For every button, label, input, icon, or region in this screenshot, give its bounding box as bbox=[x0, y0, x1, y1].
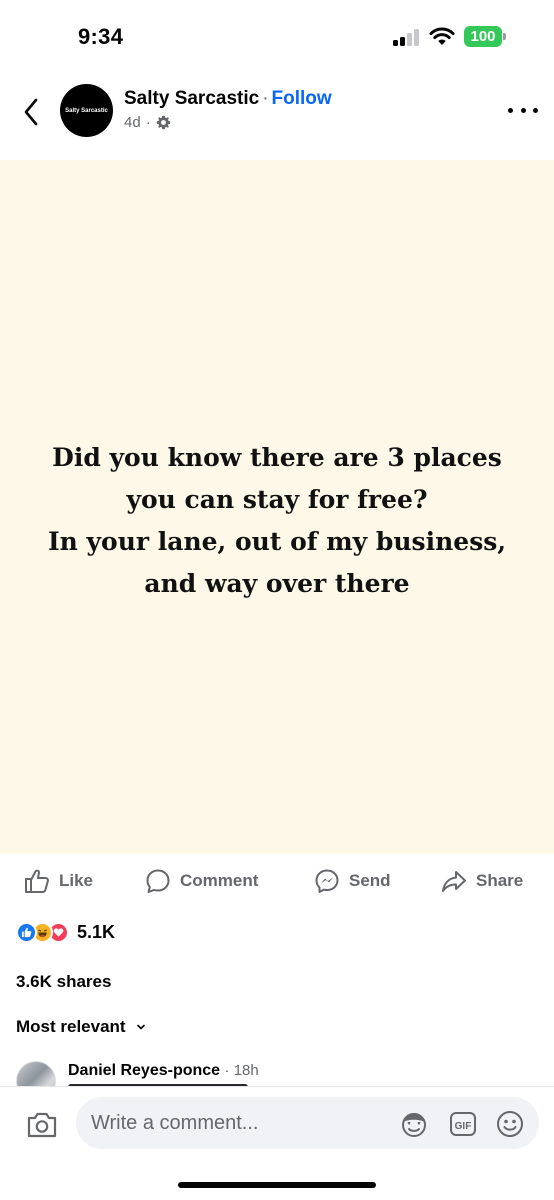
sort-label: Most relevant bbox=[16, 1017, 126, 1036]
battery-level: 100 bbox=[464, 26, 502, 47]
share-button[interactable]: Share bbox=[441, 860, 523, 902]
send-label: Send bbox=[349, 871, 391, 890]
post-image-text: Did you know there are 3 places you can … bbox=[17, 437, 537, 605]
home-indicator[interactable] bbox=[178, 1182, 376, 1188]
comment-button[interactable]: Comment bbox=[145, 860, 258, 902]
post-text-line: and way over there bbox=[144, 569, 410, 598]
comment-author-row: Daniel Reyes-ponce · 18h bbox=[68, 1062, 259, 1080]
share-arrow-icon bbox=[442, 871, 466, 892]
post-text-line: Did you know there are 3 places bbox=[52, 443, 502, 472]
page-name[interactable]: Salty Sarcastic bbox=[124, 88, 259, 109]
more-options-button[interactable] bbox=[508, 104, 538, 116]
like-button[interactable]: Like bbox=[24, 860, 93, 902]
post-text-line: you can stay for free? bbox=[126, 485, 428, 514]
reaction-count: 5.1K bbox=[77, 921, 116, 942]
status-time: 9:34 bbox=[78, 24, 124, 49]
separator-dot: · bbox=[262, 88, 269, 109]
comment-sort-dropdown[interactable]: Most relevant bbox=[16, 1017, 146, 1037]
battery-icon: 100 bbox=[464, 26, 506, 47]
thumbs-up-icon bbox=[25, 869, 49, 893]
post-meta: 4d · bbox=[124, 114, 171, 131]
follow-button[interactable]: Follow bbox=[272, 88, 332, 109]
back-button[interactable] bbox=[16, 92, 46, 132]
gear-icon bbox=[156, 115, 170, 130]
status-bar: 9:34 100 bbox=[0, 0, 554, 74]
page-avatar[interactable]: Salty Sarcastic bbox=[60, 84, 113, 137]
signal-icon bbox=[393, 29, 421, 46]
post-time[interactable]: 4d bbox=[124, 114, 141, 131]
messenger-icon bbox=[315, 869, 339, 893]
send-button[interactable]: Send bbox=[314, 860, 391, 902]
camera-icon[interactable] bbox=[26, 1111, 58, 1139]
post-header: Salty Sarcastic Salty Sarcastic · Follow 4… bbox=[0, 74, 554, 160]
share-count[interactable]: 3.6K shares bbox=[16, 972, 111, 992]
like-icon bbox=[16, 921, 37, 943]
reaction-summary[interactable]: 5.1K bbox=[16, 918, 115, 946]
post-text-line: In your lane, out of my business, bbox=[47, 527, 507, 556]
share-label: Share bbox=[476, 871, 524, 890]
like-label: Like bbox=[59, 871, 94, 890]
dot bbox=[520, 107, 526, 113]
chevron-left-icon bbox=[24, 98, 38, 126]
wifi-icon bbox=[429, 27, 455, 45]
comment-label: Comment bbox=[180, 871, 259, 890]
dot bbox=[508, 107, 513, 113]
comment-time: 18h bbox=[233, 1062, 259, 1079]
post-action-bar: Like Comment Send Share bbox=[0, 860, 554, 902]
gif-icon[interactable]: GIF bbox=[448, 1109, 478, 1139]
avatar-sticker-icon[interactable] bbox=[399, 1109, 429, 1139]
chevron-down-icon bbox=[136, 1024, 145, 1030]
avatar-text: Salty Sarcastic bbox=[65, 107, 108, 114]
post-image[interactable]: Did you know there are 3 places you can … bbox=[0, 160, 554, 854]
comment-icon bbox=[146, 869, 170, 893]
page-name-row: Salty Sarcastic · Follow bbox=[124, 88, 332, 110]
meta-separator: · bbox=[145, 114, 151, 131]
svg-text:GIF: GIF bbox=[455, 1121, 472, 1132]
comment-time-separator: · bbox=[224, 1062, 234, 1079]
emoji-icon[interactable] bbox=[495, 1109, 525, 1139]
dot bbox=[533, 107, 538, 113]
comment-author[interactable]: Daniel Reyes-ponce bbox=[68, 1062, 220, 1079]
